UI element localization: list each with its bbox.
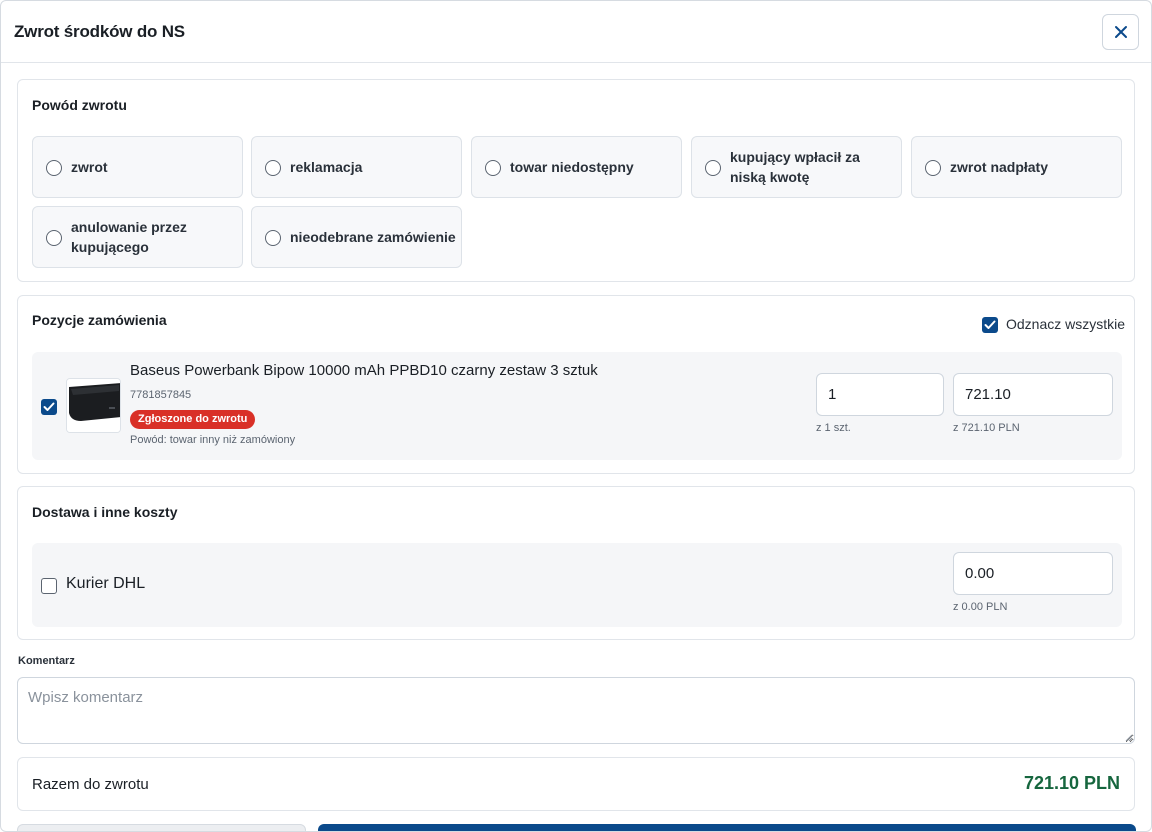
total-row: Razem do zwrotu 721.10 PLN xyxy=(17,757,1135,811)
dialog-title: Zwrot środków do NS xyxy=(14,22,185,41)
total-value: 721.10 PLN xyxy=(1023,773,1120,793)
shipping-amount-hint: z 0.00 PLN xyxy=(953,601,1008,613)
reason-option-niska-kwota[interactable]: kupujący wpłacił za niską kwotę xyxy=(691,136,902,198)
shipping-label: Kurier DHL xyxy=(66,575,146,592)
order-item-row: Baseus Powerbank Bipow 10000 mAh PPBD10 … xyxy=(32,352,1122,460)
dialog-header: Zwrot środków do NS xyxy=(1,1,1151,63)
reason-label: nieodebrane zamówienie xyxy=(290,229,456,245)
reason-radio[interactable] xyxy=(925,160,941,176)
shipping-row: Kurier DHL 0.00 z 0.00 PLN xyxy=(32,543,1122,627)
shipping-section-title: Dostawa i inne koszty xyxy=(32,504,178,520)
reason-radio[interactable] xyxy=(705,160,721,176)
amount-hint: z 721.10 PLN xyxy=(953,422,1020,434)
resize-grip-icon[interactable] xyxy=(1123,732,1133,742)
reason-option-reklamacja[interactable]: reklamacja xyxy=(251,136,462,198)
reason-option-nieodebrane[interactable]: nieodebrane zamówienie xyxy=(251,206,462,268)
order-items-section: Pozycje zamówienia Odznacz wszystkie Bas… xyxy=(17,295,1135,474)
shipping-amount-input[interactable]: 0.00 xyxy=(953,552,1113,595)
check-icon xyxy=(43,402,55,411)
reason-label: kupujący wpłacił za niską kwotę xyxy=(730,149,860,185)
quantity-input[interactable]: 1 xyxy=(816,373,944,416)
reason-option-zwrot-nadplaty[interactable]: zwrot nadpłaty xyxy=(911,136,1122,198)
product-return-reason: Powód: towar inny niż zamówiony xyxy=(130,434,296,446)
toggle-all-label: Odznacz wszystkie xyxy=(1006,316,1126,332)
shipping-section: Dostawa i inne koszty Kurier DHL 0.00 z … xyxy=(17,486,1135,640)
reason-label: zwrot xyxy=(71,159,108,175)
submit-refund-button[interactable] xyxy=(318,824,1136,831)
reason-section: Powód zwrotu zwrot reklamacja towar nied… xyxy=(17,79,1135,282)
close-button[interactable] xyxy=(1102,14,1139,50)
reason-section-title: Powód zwrotu xyxy=(32,97,127,113)
cancel-button[interactable] xyxy=(17,824,306,831)
reason-option-towar-niedostepny[interactable]: towar niedostępny xyxy=(471,136,682,198)
check-icon xyxy=(984,320,996,329)
checkbox-checked[interactable] xyxy=(982,317,998,333)
powerbank-image xyxy=(67,379,120,432)
reason-radio[interactable] xyxy=(265,230,281,246)
reason-radio[interactable] xyxy=(46,160,62,176)
comment-textarea[interactable] xyxy=(17,677,1135,744)
reason-radio[interactable] xyxy=(265,160,281,176)
product-sku: 7781857845 xyxy=(130,389,192,401)
comment-label: Komentarz xyxy=(18,655,75,667)
item-checkbox[interactable] xyxy=(41,399,57,415)
reason-radio[interactable] xyxy=(46,230,62,246)
shipping-checkbox[interactable] xyxy=(41,578,57,594)
close-icon xyxy=(1114,26,1127,38)
quantity-hint: z 1 szt. xyxy=(816,422,851,434)
reason-label: anulowanie przez kupującego xyxy=(71,219,187,255)
reason-option-anulowanie[interactable]: anulowanie przez kupującego xyxy=(32,206,243,268)
reason-radio[interactable] xyxy=(485,160,501,176)
product-name: Baseus Powerbank Bipow 10000 mAh PPBD10 … xyxy=(130,362,598,379)
reason-label: towar niedostępny xyxy=(510,159,634,175)
amount-input[interactable]: 721.10 xyxy=(953,373,1113,416)
reason-label: reklamacja xyxy=(290,159,363,175)
order-items-title: Pozycje zamówienia xyxy=(32,312,167,328)
status-badge: Zgłoszone do zwrotu xyxy=(130,410,256,429)
refund-dialog: Zwrot środków do NS Powód zwrotu zwrot r… xyxy=(0,0,1152,832)
reason-label: zwrot nadpłaty xyxy=(950,159,1049,175)
reason-option-zwrot[interactable]: zwrot xyxy=(32,136,243,198)
product-thumbnail xyxy=(66,378,121,433)
total-label: Razem do zwrotu xyxy=(32,776,149,793)
